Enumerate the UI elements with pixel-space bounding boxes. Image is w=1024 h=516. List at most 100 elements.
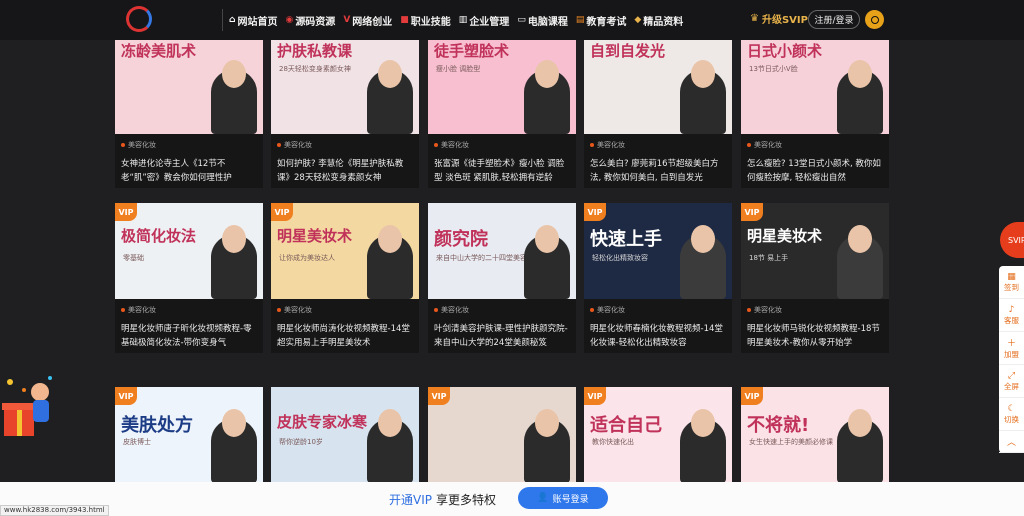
course-card[interactable]: 极简化妆法 零基础 VIP 美容化妆明星化妆师唐子昕化妆视频教程-零基础极简化妆法-带… bbox=[115, 203, 263, 353]
nav-item-3[interactable]: ■ 职业技能 bbox=[400, 13, 451, 28]
nav-item-4[interactable]: ▥ 企业管理 bbox=[459, 13, 510, 28]
category-tag[interactable]: 美容化妆 bbox=[590, 305, 726, 315]
register-login-button[interactable]: 注册/登录 bbox=[808, 10, 860, 29]
nav-divider bbox=[222, 9, 223, 31]
course-thumbnail[interactable]: 皮肤专家冰寒 帮你逆龄10岁 bbox=[271, 387, 419, 483]
thumbnail-subtitle: 13节日式小V脸 bbox=[749, 65, 798, 73]
thumbnail-title: 日式小颜术 bbox=[747, 42, 823, 60]
category-tag[interactable]: 美容化妆 bbox=[590, 140, 726, 150]
course-card[interactable]: 徒手塑脸术 瘦小脸 调脸型美容化妆张富源《徒手塑脸术》瘦小脸 调脸型 淡色斑 紧肌… bbox=[428, 38, 576, 188]
nav-item-0[interactable]: ⌂ 网站首页 bbox=[229, 13, 277, 28]
search-icon[interactable] bbox=[865, 10, 884, 29]
category-label: 美容化妆 bbox=[754, 141, 782, 149]
course-thumbnail[interactable]: 明星美妆术 让你成为美妆达人 VIP bbox=[271, 203, 419, 299]
account-login-button[interactable]: 👤 账号登录 bbox=[518, 487, 608, 509]
category-dot-icon bbox=[590, 308, 594, 312]
course-card[interactable]: 颜究院 来自中山大学的二十四堂美容课美容化妆叶剑清美容护肤课-理性护肤颜究院-来自… bbox=[428, 203, 576, 353]
course-card[interactable]: 皮肤专家冰寒 帮你逆龄10岁 bbox=[271, 387, 419, 483]
course-thumbnail[interactable]: 快速上手 轻松化出精致妆容 VIP bbox=[584, 203, 732, 299]
nav-item-1[interactable]: ◉ 源码资源 bbox=[285, 13, 335, 28]
svip-float-button[interactable]: SVIP bbox=[1000, 222, 1024, 258]
course-thumbnail[interactable]: VIP bbox=[428, 387, 576, 483]
status-url: www.hk2838.com/3943.html bbox=[0, 505, 109, 516]
vip-badge: VIP bbox=[584, 387, 606, 405]
course-title[interactable]: 明星化妆师春楠化妆教程视频-14堂化妆课-轻松化出精致妆容 bbox=[590, 322, 726, 350]
nav-item-2[interactable]: V 网络创业 bbox=[343, 13, 392, 28]
category-tag[interactable]: 美容化妆 bbox=[121, 140, 257, 150]
card-meta: 美容化妆叶剑清美容护肤课-理性护肤颜究院-来自中山大学的24堂美颜秘笈◷ 2年前… bbox=[428, 299, 576, 353]
nav-item-label: 网站首页 bbox=[237, 16, 278, 28]
thumbnail-title: 不将就! bbox=[747, 415, 810, 436]
category-dot-icon bbox=[277, 143, 281, 147]
course-thumbnail[interactable]: 极简化妆法 零基础 VIP bbox=[115, 203, 263, 299]
card-meta: 美容化妆明星化妆师春楠化妆教程视频-14堂化妆课-轻松化出精致妆容◷ 2年前◉ … bbox=[584, 299, 732, 353]
side-item-3[interactable]: ⤢ 全屏 bbox=[999, 365, 1024, 398]
category-dot-icon bbox=[434, 143, 438, 147]
thumbnail-title: 冻龄美肌术 bbox=[121, 42, 197, 60]
course-title[interactable]: 如何护肤? 李慧伦《明星护肤私教课》28天轻松变身素颜女神 bbox=[277, 157, 413, 185]
course-title[interactable]: 张富源《徒手塑脸术》瘦小脸 调脸型 淡色斑 紧肌肤,轻松拥有逆龄 bbox=[434, 157, 570, 185]
chart-icon: ▥ bbox=[458, 15, 468, 25]
side-item-0[interactable]: ▦ 签到 bbox=[999, 266, 1024, 299]
thumbnail-title: 极简化妆法 bbox=[121, 227, 197, 245]
card-meta: 美容化妆明星化妆师马锐化妆视频教程-18节明星美妆术-教你从零开始学◷ 2年前◉… bbox=[741, 299, 889, 353]
course-title[interactable]: 怎么美白? 廖莞莉16节超级美白方法, 教你如何美白, 白到自发光 bbox=[590, 157, 726, 185]
card-meta: 美容化妆怎么瘦脸? 13堂日式小颜术, 教你如何瘦脸按摩, 轻松瘦出自然◷ 2年… bbox=[741, 134, 889, 188]
category-dot-icon bbox=[121, 143, 125, 147]
course-card[interactable]: 日式小颜术 13节日式小V脸美容化妆怎么瘦脸? 13堂日式小颜术, 教你如何瘦脸按… bbox=[741, 38, 889, 188]
course-thumbnail[interactable]: 美肤处方 皮肤博士 VIP bbox=[115, 387, 263, 483]
course-thumbnail[interactable]: 护肤私教课 28天轻松变身素颜女神 bbox=[271, 38, 419, 134]
nav-item-6[interactable]: ▤ 教育考试 bbox=[576, 13, 627, 28]
open-vip-text[interactable]: 开通VIP 享更多特权 bbox=[389, 491, 496, 508]
course-card[interactable]: 护肤私教课 28天轻松变身素颜女神美容化妆如何护肤? 李慧伦《明星护肤私教课》28… bbox=[271, 38, 419, 188]
vip-badge: VIP bbox=[584, 203, 606, 221]
presenter-face bbox=[535, 409, 559, 437]
side-item-4[interactable]: ☾ 切换 bbox=[999, 398, 1024, 431]
category-tag[interactable]: 美容化妆 bbox=[747, 305, 883, 315]
course-thumbnail[interactable]: 明星美妆术 18节 易上手 VIP bbox=[741, 203, 889, 299]
category-tag[interactable]: 美容化妆 bbox=[434, 305, 570, 315]
course-card[interactable]: 冻龄美肌术美容化妆女神进化论寺主人《12节不老“肌”密》教会你如何理性护◷ 2年… bbox=[115, 38, 263, 188]
side-item-2[interactable]: ＋加盟 bbox=[999, 332, 1024, 365]
course-thumbnail[interactable]: 不将就! 女生快速上手的美颜必修课 VIP bbox=[741, 387, 889, 483]
thumbnail-subtitle: 教你快速化出 bbox=[592, 438, 634, 446]
course-title[interactable]: 女神进化论寺主人《12节不老“肌”密》教会你如何理性护 bbox=[121, 157, 257, 185]
category-tag[interactable]: 美容化妆 bbox=[121, 305, 257, 315]
home-icon: ⌂ bbox=[229, 15, 236, 25]
course-card[interactable]: 美肤处方 皮肤博士 VIP bbox=[115, 387, 263, 483]
course-card[interactable]: VIP bbox=[428, 387, 576, 483]
nav-item-7[interactable]: ◆ 精品资料 bbox=[634, 13, 683, 28]
course-thumbnail[interactable]: 徒手塑脸术 瘦小脸 调脸型 bbox=[428, 38, 576, 134]
course-card[interactable]: 明星美妆术 18节 易上手 VIP 美容化妆明星化妆师马锐化妆视频教程-18节明星美妆… bbox=[741, 203, 889, 353]
side-item-1[interactable]: ♪ 客服 bbox=[999, 299, 1024, 332]
course-card[interactable]: 快速上手 轻松化出精致妆容 VIP 美容化妆明星化妆师春楠化妆教程视频-14堂化妆课-… bbox=[584, 203, 732, 353]
category-tag[interactable]: 美容化妆 bbox=[277, 140, 413, 150]
course-title[interactable]: 叶剑清美容护肤课-理性护肤颜究院-来自中山大学的24堂美颜秘笈 bbox=[434, 322, 570, 350]
course-card[interactable]: 明星美妆术 让你成为美妆达人 VIP 美容化妆明星化妆师尚涛化妆视频教程-14堂超实用… bbox=[271, 203, 419, 353]
course-thumbnail[interactable]: 日式小颜术 13节日式小V脸 bbox=[741, 38, 889, 134]
course-thumbnail[interactable]: 适合自己 教你快速化出 VIP bbox=[584, 387, 732, 483]
site-logo[interactable] bbox=[126, 6, 196, 34]
category-tag[interactable]: 美容化妆 bbox=[747, 140, 883, 150]
plus-icon: ＋ bbox=[1006, 339, 1016, 349]
nav-item-5[interactable]: ▭ 电脑课程 bbox=[517, 13, 568, 28]
upgrade-svip-link[interactable]: ♛ 升级SVIP bbox=[750, 11, 808, 26]
category-label: 美容化妆 bbox=[128, 306, 156, 314]
side-item-5[interactable]: ︿ bbox=[999, 431, 1024, 453]
course-title[interactable]: 明星化妆师尚涛化妆视频教程-14堂超实用易上手明星美妆术 bbox=[277, 322, 413, 350]
gift-promo-icon[interactable] bbox=[0, 370, 58, 440]
course-thumbnail[interactable]: 颜究院 来自中山大学的二十四堂美容课 bbox=[428, 203, 576, 299]
course-thumbnail[interactable]: 自到自发光 bbox=[584, 38, 732, 134]
category-tag[interactable]: 美容化妆 bbox=[277, 305, 413, 315]
course-card[interactable]: 适合自己 教你快速化出 VIP bbox=[584, 387, 732, 483]
course-title[interactable]: 明星化妆师马锐化妆视频教程-18节明星美妆术-教你从零开始学 bbox=[747, 322, 883, 350]
course-thumbnail[interactable]: 冻龄美肌术 bbox=[115, 38, 263, 134]
course-card[interactable]: 自到自发光美容化妆怎么美白? 廖莞莉16节超级美白方法, 教你如何美白, 白到自… bbox=[584, 38, 732, 188]
presenter-face bbox=[691, 60, 715, 88]
presenter-face bbox=[691, 225, 715, 253]
course-title[interactable]: 怎么瘦脸? 13堂日式小颜术, 教你如何瘦脸按摩, 轻松瘦出自然 bbox=[747, 157, 883, 185]
crown-icon: ♛ bbox=[750, 13, 759, 24]
course-title[interactable]: 明星化妆师唐子昕化妆视频教程-零基础极简化妆法-带你变身气 bbox=[121, 322, 257, 350]
category-tag[interactable]: 美容化妆 bbox=[434, 140, 570, 150]
course-card[interactable]: 不将就! 女生快速上手的美颜必修课 VIP bbox=[741, 387, 889, 483]
